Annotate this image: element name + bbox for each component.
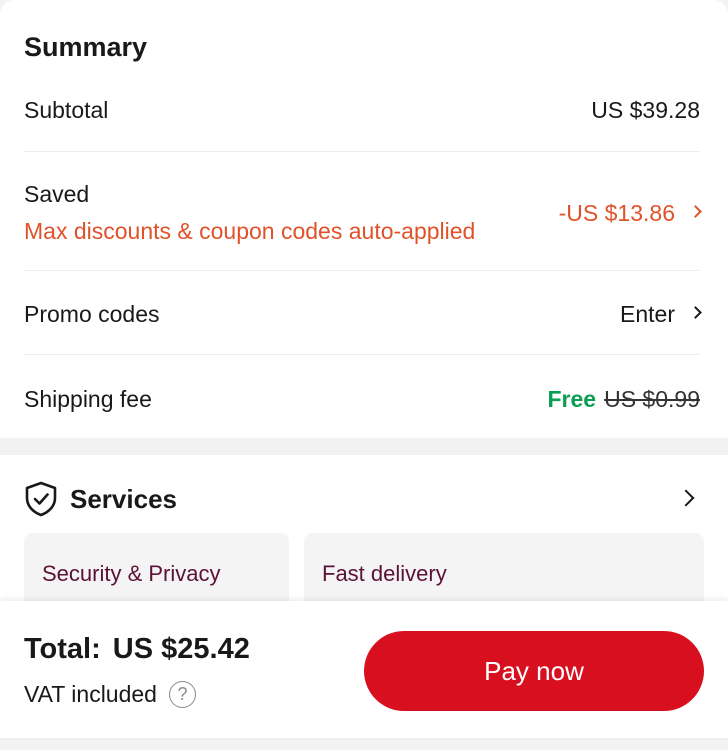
promo-enter: Enter [620,301,675,327]
chevron-right-icon[interactable] [677,489,695,507]
subtotal-value: US $39.28 [591,97,700,123]
subtotal-row: Subtotal US $39.28 [24,97,700,124]
divider [24,354,700,355]
total-line: Total: US $25.42 [24,633,250,666]
service-tile-label: Security & Privacy [42,561,221,586]
promo-row[interactable]: Promo codes Enter [24,301,702,328]
services-card: Services Security & Privacy Fast deliver… [0,455,728,623]
promo-enter-group[interactable]: Enter [620,301,702,328]
shipping-label: Shipping fee [24,386,152,412]
chevron-right-icon [689,205,702,219]
saved-row[interactable]: Saved Max discounts & coupon codes auto-… [24,181,702,245]
chevron-right-icon [689,306,702,320]
checkout-bar: Total: US $25.42 VAT included ? Pay now [0,601,728,738]
promo-label: Promo codes [24,301,160,327]
subtotal-label: Subtotal [24,97,109,123]
total-amount: US $25.42 [112,633,250,665]
shipping-free: Free [547,386,597,412]
vat-label: VAT included [24,681,157,707]
shipping-original-price: US $0.99 [604,386,700,412]
pay-now-button[interactable]: Pay now [364,631,704,711]
total-label: Total: [24,633,101,665]
help-icon[interactable]: ? [168,681,196,708]
services-header[interactable]: Services [24,481,177,517]
saved-value-group[interactable]: -US $13.86 [558,200,702,227]
shipping-value: Free US $0.99 [548,386,701,413]
divider [24,151,700,152]
divider [24,270,700,271]
saved-value: -US $13.86 [558,200,675,226]
services-title: Services [70,483,177,514]
summary-title: Summary [24,32,148,62]
vat-line: VAT included ? [24,681,196,708]
summary-card: Summary Subtotal US $39.28 Saved Max dis… [0,0,728,438]
shield-check-icon [25,481,57,517]
service-tile-label: Fast delivery [322,561,447,586]
shipping-row: Shipping fee Free US $0.99 [24,386,700,413]
